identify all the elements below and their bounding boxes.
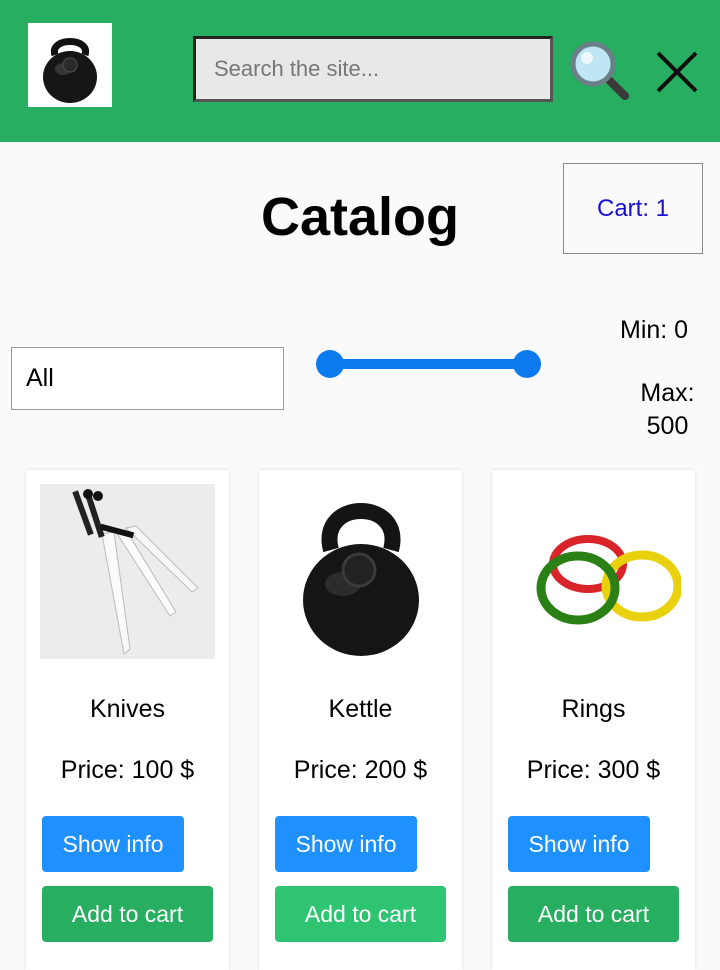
add-to-cart-button[interactable]: Add to cart — [275, 886, 446, 942]
kettlebell-icon — [43, 38, 97, 103]
category-select[interactable]: All — [11, 347, 284, 410]
cart-label: Cart: 1 — [596, 194, 670, 222]
header-bar — [0, 0, 720, 142]
add-to-cart-button[interactable]: Add to cart — [42, 886, 213, 942]
close-icon — [656, 51, 698, 93]
product-image — [40, 484, 215, 659]
price-max-handle[interactable] — [513, 350, 541, 378]
add-to-cart-button[interactable]: Add to cart — [508, 886, 679, 942]
cart-button[interactable]: Cart: 1 — [563, 163, 703, 254]
show-info-button[interactable]: Show info — [275, 816, 417, 872]
search-input[interactable] — [193, 36, 553, 102]
rings-icon — [536, 535, 681, 625]
site-logo[interactable] — [28, 23, 112, 107]
magnifier-icon — [570, 41, 629, 100]
category-selected-value: All — [26, 364, 54, 392]
max-price-label: Max: 500 — [640, 379, 695, 440]
close-button[interactable] — [653, 48, 701, 96]
product-card: Knives Price: 100 $ Show info Add to car… — [26, 470, 229, 970]
product-price: Price: 300 $ — [526, 756, 661, 784]
product-name: Knives — [89, 695, 166, 723]
kettlebell-icon — [303, 503, 419, 656]
product-name: Rings — [561, 695, 626, 723]
show-info-button[interactable]: Show info — [508, 816, 650, 872]
show-info-button[interactable]: Show info — [42, 816, 184, 872]
product-price: Price: 100 $ — [60, 756, 195, 784]
min-price-label: Min: 0 — [620, 316, 689, 344]
product-image — [506, 484, 681, 659]
product-card: Kettle Price: 200 $ Show info Add to car… — [259, 470, 462, 970]
product-image — [273, 484, 448, 659]
price-range-track[interactable] — [330, 359, 527, 369]
product-name: Kettle — [328, 695, 393, 723]
price-min-handle[interactable] — [316, 350, 344, 378]
product-price: Price: 200 $ — [293, 756, 428, 784]
product-card: Rings Price: 300 $ Show info Add to cart — [492, 470, 695, 970]
search-button[interactable] — [565, 37, 633, 103]
knives-icon — [40, 484, 215, 659]
